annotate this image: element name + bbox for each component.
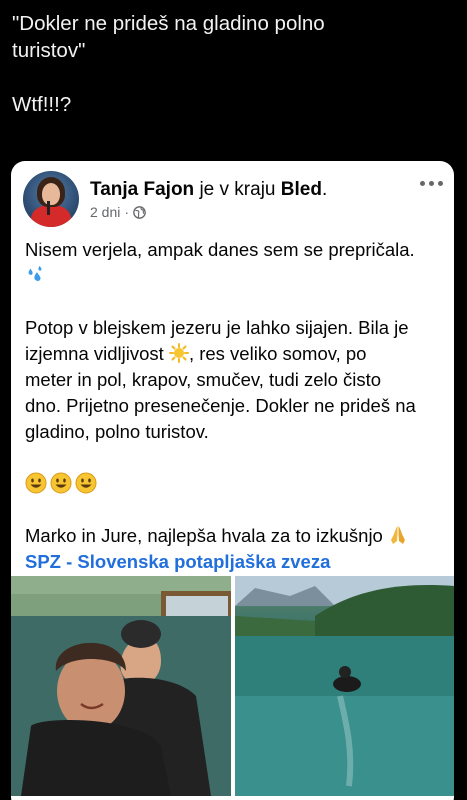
post-paragraph-2c: meter in pol, krapov, smučev, tudi zelo …	[25, 369, 382, 390]
drops-emoji-line	[25, 263, 445, 289]
photo-grid	[11, 576, 454, 796]
tweet-line-1: "Dokler ne prideš na gladino polno	[12, 12, 325, 35]
author-name[interactable]: Tanja Fajon	[90, 179, 194, 200]
post-paragraph-2: Potop v blejskem jezeru je lahko sijajen…	[25, 317, 409, 338]
post-body: Nisem verjela, ampak danes sem se prepri…	[25, 237, 445, 575]
tweet-text: "Dokler ne prideš na gladino polno turis…	[12, 10, 452, 118]
location-prefix: je v kraju	[199, 179, 276, 200]
author-line: Tanja Fajon je v kraju Bled.	[90, 179, 327, 201]
folded-hands-icon	[391, 526, 405, 544]
post-paragraph-2b: izjemna vidljivost , res veliko somov, p…	[25, 343, 367, 364]
sun-emoji-icon	[168, 343, 189, 363]
meta-separator: ·	[124, 204, 130, 220]
post-time[interactable]: 2 dni	[90, 204, 120, 220]
post-paragraph-1: Nisem verjela, ampak danes sem se prepri…	[25, 239, 415, 260]
post-meta: 2 dni ·	[90, 204, 146, 220]
post-paragraph-3: Marko in Jure, najlepša hvala za to izku…	[25, 523, 445, 549]
post-header: Tanja Fajon je v kraju Bled. 2 dni ·	[11, 161, 454, 227]
avatar[interactable]	[23, 171, 79, 227]
post-paragraph-2d: dno. Prijetno presenečenje. Dokler ne pr…	[25, 395, 416, 416]
globe-icon	[133, 205, 146, 219]
sweat-droplets-icon	[28, 265, 42, 282]
tweet-line-3: Wtf!!!?	[12, 93, 72, 116]
lake-diver-photo[interactable]	[235, 576, 454, 796]
smiley-emoji-icon	[25, 472, 47, 494]
tag-link-line: SPZ - Slovenska potapljaška zveza	[25, 549, 445, 575]
selfie-photo[interactable]	[11, 576, 231, 796]
smiley-emoji-line	[25, 471, 445, 497]
smiley-emoji-icon	[50, 472, 72, 494]
lake-image	[235, 576, 454, 796]
location-suffix: .	[321, 179, 328, 200]
spz-link[interactable]: SPZ - Slovenska potapljaška zveza	[25, 551, 330, 572]
facebook-post-card: Tanja Fajon je v kraju Bled. 2 dni · Nis…	[11, 161, 454, 800]
tweet-line-2: turistov"	[12, 39, 86, 62]
post-paragraph-2e: gladino, polno turistov.	[25, 421, 209, 442]
more-options-icon[interactable]	[420, 179, 444, 187]
smiley-emoji-icon	[75, 472, 97, 494]
location-name[interactable]: Bled	[281, 179, 322, 200]
selfie-image	[11, 576, 231, 796]
